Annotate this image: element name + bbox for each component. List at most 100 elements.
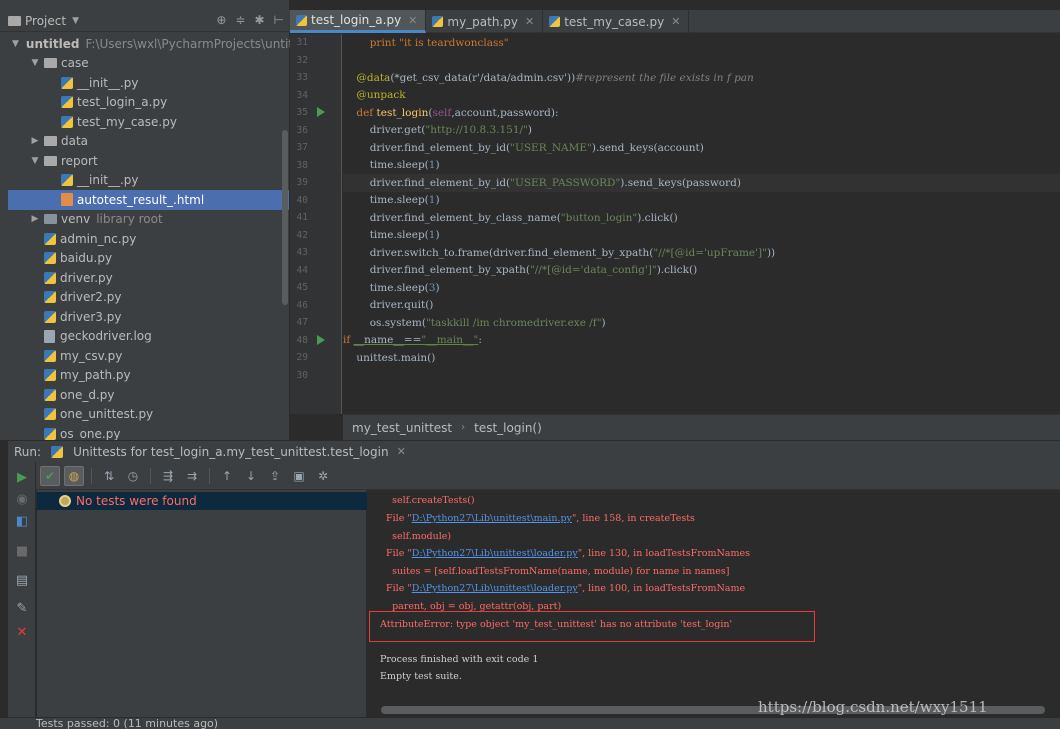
- gear-icon[interactable]: ✱: [254, 13, 264, 27]
- status-text: Tests passed: 0 (11 minutes ago): [36, 717, 219, 729]
- chevron-down-icon[interactable]: ▼: [12, 39, 19, 49]
- close-icon[interactable]: ✕: [671, 15, 680, 28]
- console-line: Empty test suite.: [380, 668, 462, 685]
- chevron-down-icon[interactable]: ▼: [72, 16, 79, 26]
- toolbar-divider: [150, 467, 151, 484]
- tree-item-label: report: [61, 153, 98, 168]
- breadcrumb-method[interactable]: test_login(): [474, 421, 542, 435]
- sort-duration-icon[interactable]: ◷: [123, 466, 143, 486]
- tree-item[interactable]: ▶ data: [0, 132, 290, 152]
- chevron-right-icon[interactable]: ▶: [29, 136, 41, 146]
- tree-item[interactable]: driver.py: [0, 268, 290, 288]
- close-icon[interactable]: ✕: [408, 14, 417, 27]
- tree-item[interactable]: admin_nc.py: [0, 229, 290, 249]
- python-file-icon: [296, 14, 307, 26]
- tree-item[interactable]: one_unittest.py: [0, 405, 290, 425]
- pin-icon[interactable]: ✎: [14, 600, 30, 616]
- rerun-failed-icon[interactable]: ◉: [14, 491, 30, 507]
- editor-tab[interactable]: test_my_case.py ✕: [543, 10, 690, 33]
- tree-item[interactable]: test_login_a.py: [0, 93, 290, 113]
- show-ignored-icon[interactable]: ◍: [64, 465, 84, 486]
- tree-item[interactable]: ▶ venv library root: [0, 210, 290, 230]
- chevron-down-icon[interactable]: ▼: [29, 156, 41, 166]
- python-file-icon: [61, 96, 73, 109]
- collapse-all-icon[interactable]: ⇉: [182, 466, 202, 486]
- breadcrumb-class[interactable]: my_test_unittest: [352, 421, 452, 435]
- python-file-icon: [44, 349, 56, 362]
- close-icon[interactable]: ✕: [397, 445, 406, 458]
- dump-threads-icon[interactable]: ▤: [14, 572, 30, 588]
- code-line-45: time.sleep(3): [343, 279, 1060, 297]
- project-title[interactable]: Project: [25, 14, 66, 28]
- file-link[interactable]: D:\Python27\Lib\unittest\loader.py: [412, 583, 578, 594]
- tree-item[interactable]: driver3.py: [0, 307, 290, 327]
- code-line-35: def test_login(self ,account,password):: [343, 104, 1060, 122]
- run-config-tab[interactable]: Unittests for test_login_a.my_test_unitt…: [73, 445, 389, 459]
- run-gutter-icon[interactable]: [317, 107, 325, 117]
- tree-item[interactable]: baidu.py: [0, 249, 290, 269]
- tree-item[interactable]: one_d.py: [0, 385, 290, 405]
- tree-item-label: driver.py: [60, 270, 113, 285]
- tree-item[interactable]: ▼ case: [0, 54, 290, 74]
- collapse-icon[interactable]: ≑: [235, 13, 245, 27]
- code-editor[interactable]: print "it is teardwonclass" @data (*get_c…: [343, 34, 1060, 414]
- code-text: driver.get(: [343, 124, 426, 137]
- export-icon[interactable]: ⇪: [265, 466, 285, 486]
- hide-icon[interactable]: ⊢: [274, 13, 284, 27]
- editor-tab[interactable]: my_path.py ✕: [426, 10, 544, 33]
- code-text: ,account,password):: [451, 106, 559, 119]
- console-text: File ": [380, 548, 412, 559]
- close-icon[interactable]: ✕: [525, 15, 534, 28]
- tree-item[interactable]: __init__.py: [0, 73, 290, 93]
- project-scrollbar[interactable]: [282, 130, 288, 305]
- console-text: File ": [380, 513, 412, 524]
- tree-item[interactable]: my_path.py: [0, 366, 290, 386]
- tree-item-path: F:\Users\wxl\PycharmProjects\untitle: [85, 36, 304, 51]
- previous-failed-icon[interactable]: ↑: [217, 466, 237, 486]
- stop-icon[interactable]: ■: [14, 543, 30, 559]
- code-self: self: [432, 106, 452, 119]
- code-text: (*get_csv_data(r'/data/admin.csv')): [390, 71, 576, 84]
- code-decorator: @unpack: [343, 89, 406, 102]
- history-icon[interactable]: ▣: [289, 466, 309, 486]
- no-tests-icon: [59, 495, 71, 507]
- watermark: https://blog.csdn.net/wxy1511: [758, 698, 988, 716]
- code-line-44: driver.find_element_by_xpath("//*[@id='d…: [343, 262, 1060, 280]
- editor-tab[interactable]: test_login_a.py ✕: [290, 10, 427, 33]
- line-number: 43: [296, 247, 308, 258]
- line-number: 30: [296, 369, 308, 381]
- sort-alpha-icon[interactable]: ⇅: [99, 466, 119, 486]
- show-passed-icon[interactable]: ✔: [40, 465, 60, 486]
- run-gutter-icon[interactable]: [317, 334, 325, 345]
- file-link[interactable]: D:\Python27\Lib\unittest\main.py: [412, 513, 572, 524]
- tree-item-label: my_path.py: [60, 368, 131, 383]
- sync-icon[interactable]: ⊕: [216, 13, 226, 27]
- test-root-node[interactable]: No tests were found: [37, 492, 367, 510]
- next-failed-icon[interactable]: ↓: [241, 466, 261, 486]
- chevron-down-icon[interactable]: ▼: [29, 58, 41, 68]
- tree-item[interactable]: ▼ report: [0, 151, 290, 171]
- tree-item[interactable]: ▼ untitled F:\Users\wxl\PycharmProjects\un…: [0, 34, 304, 54]
- console-text: self.module): [380, 530, 452, 542]
- close-run-icon[interactable]: ✕: [14, 624, 30, 640]
- code-string: "USER_PASSWORD": [510, 176, 621, 189]
- tree-item[interactable]: autotest_result_.html: [8, 190, 289, 210]
- console-output[interactable]: self.createTests() File " D:\Python27\Lib…: [368, 490, 1060, 717]
- tree-item[interactable]: geckodriver.log: [0, 327, 290, 347]
- code-comment: #represent the file exists in f pan: [575, 71, 754, 84]
- file-link[interactable]: D:\Python27\Lib\unittest\loader.py: [412, 548, 578, 559]
- code-line-38: time.sleep(1): [343, 157, 1060, 175]
- code-text: ): [601, 316, 606, 329]
- project-folder-icon: [8, 15, 21, 26]
- editor-tabs: test_login_a.py ✕ my_path.py ✕ test_my_case.…: [290, 10, 1060, 33]
- tree-item[interactable]: driver2.py: [0, 288, 290, 308]
- toggle-autotest-icon[interactable]: ◧: [14, 513, 30, 529]
- tree-item[interactable]: my_csv.py: [0, 346, 290, 366]
- tree-item[interactable]: __init__.py: [0, 171, 290, 191]
- chevron-right-icon[interactable]: ▶: [29, 214, 41, 224]
- rerun-icon[interactable]: ▶: [14, 469, 30, 485]
- settings-gear-icon[interactable]: ✲: [313, 466, 333, 486]
- expand-all-icon[interactable]: ⇶: [158, 466, 178, 486]
- folder-icon: [44, 136, 57, 147]
- tree-item[interactable]: test_my_case.py: [0, 112, 290, 132]
